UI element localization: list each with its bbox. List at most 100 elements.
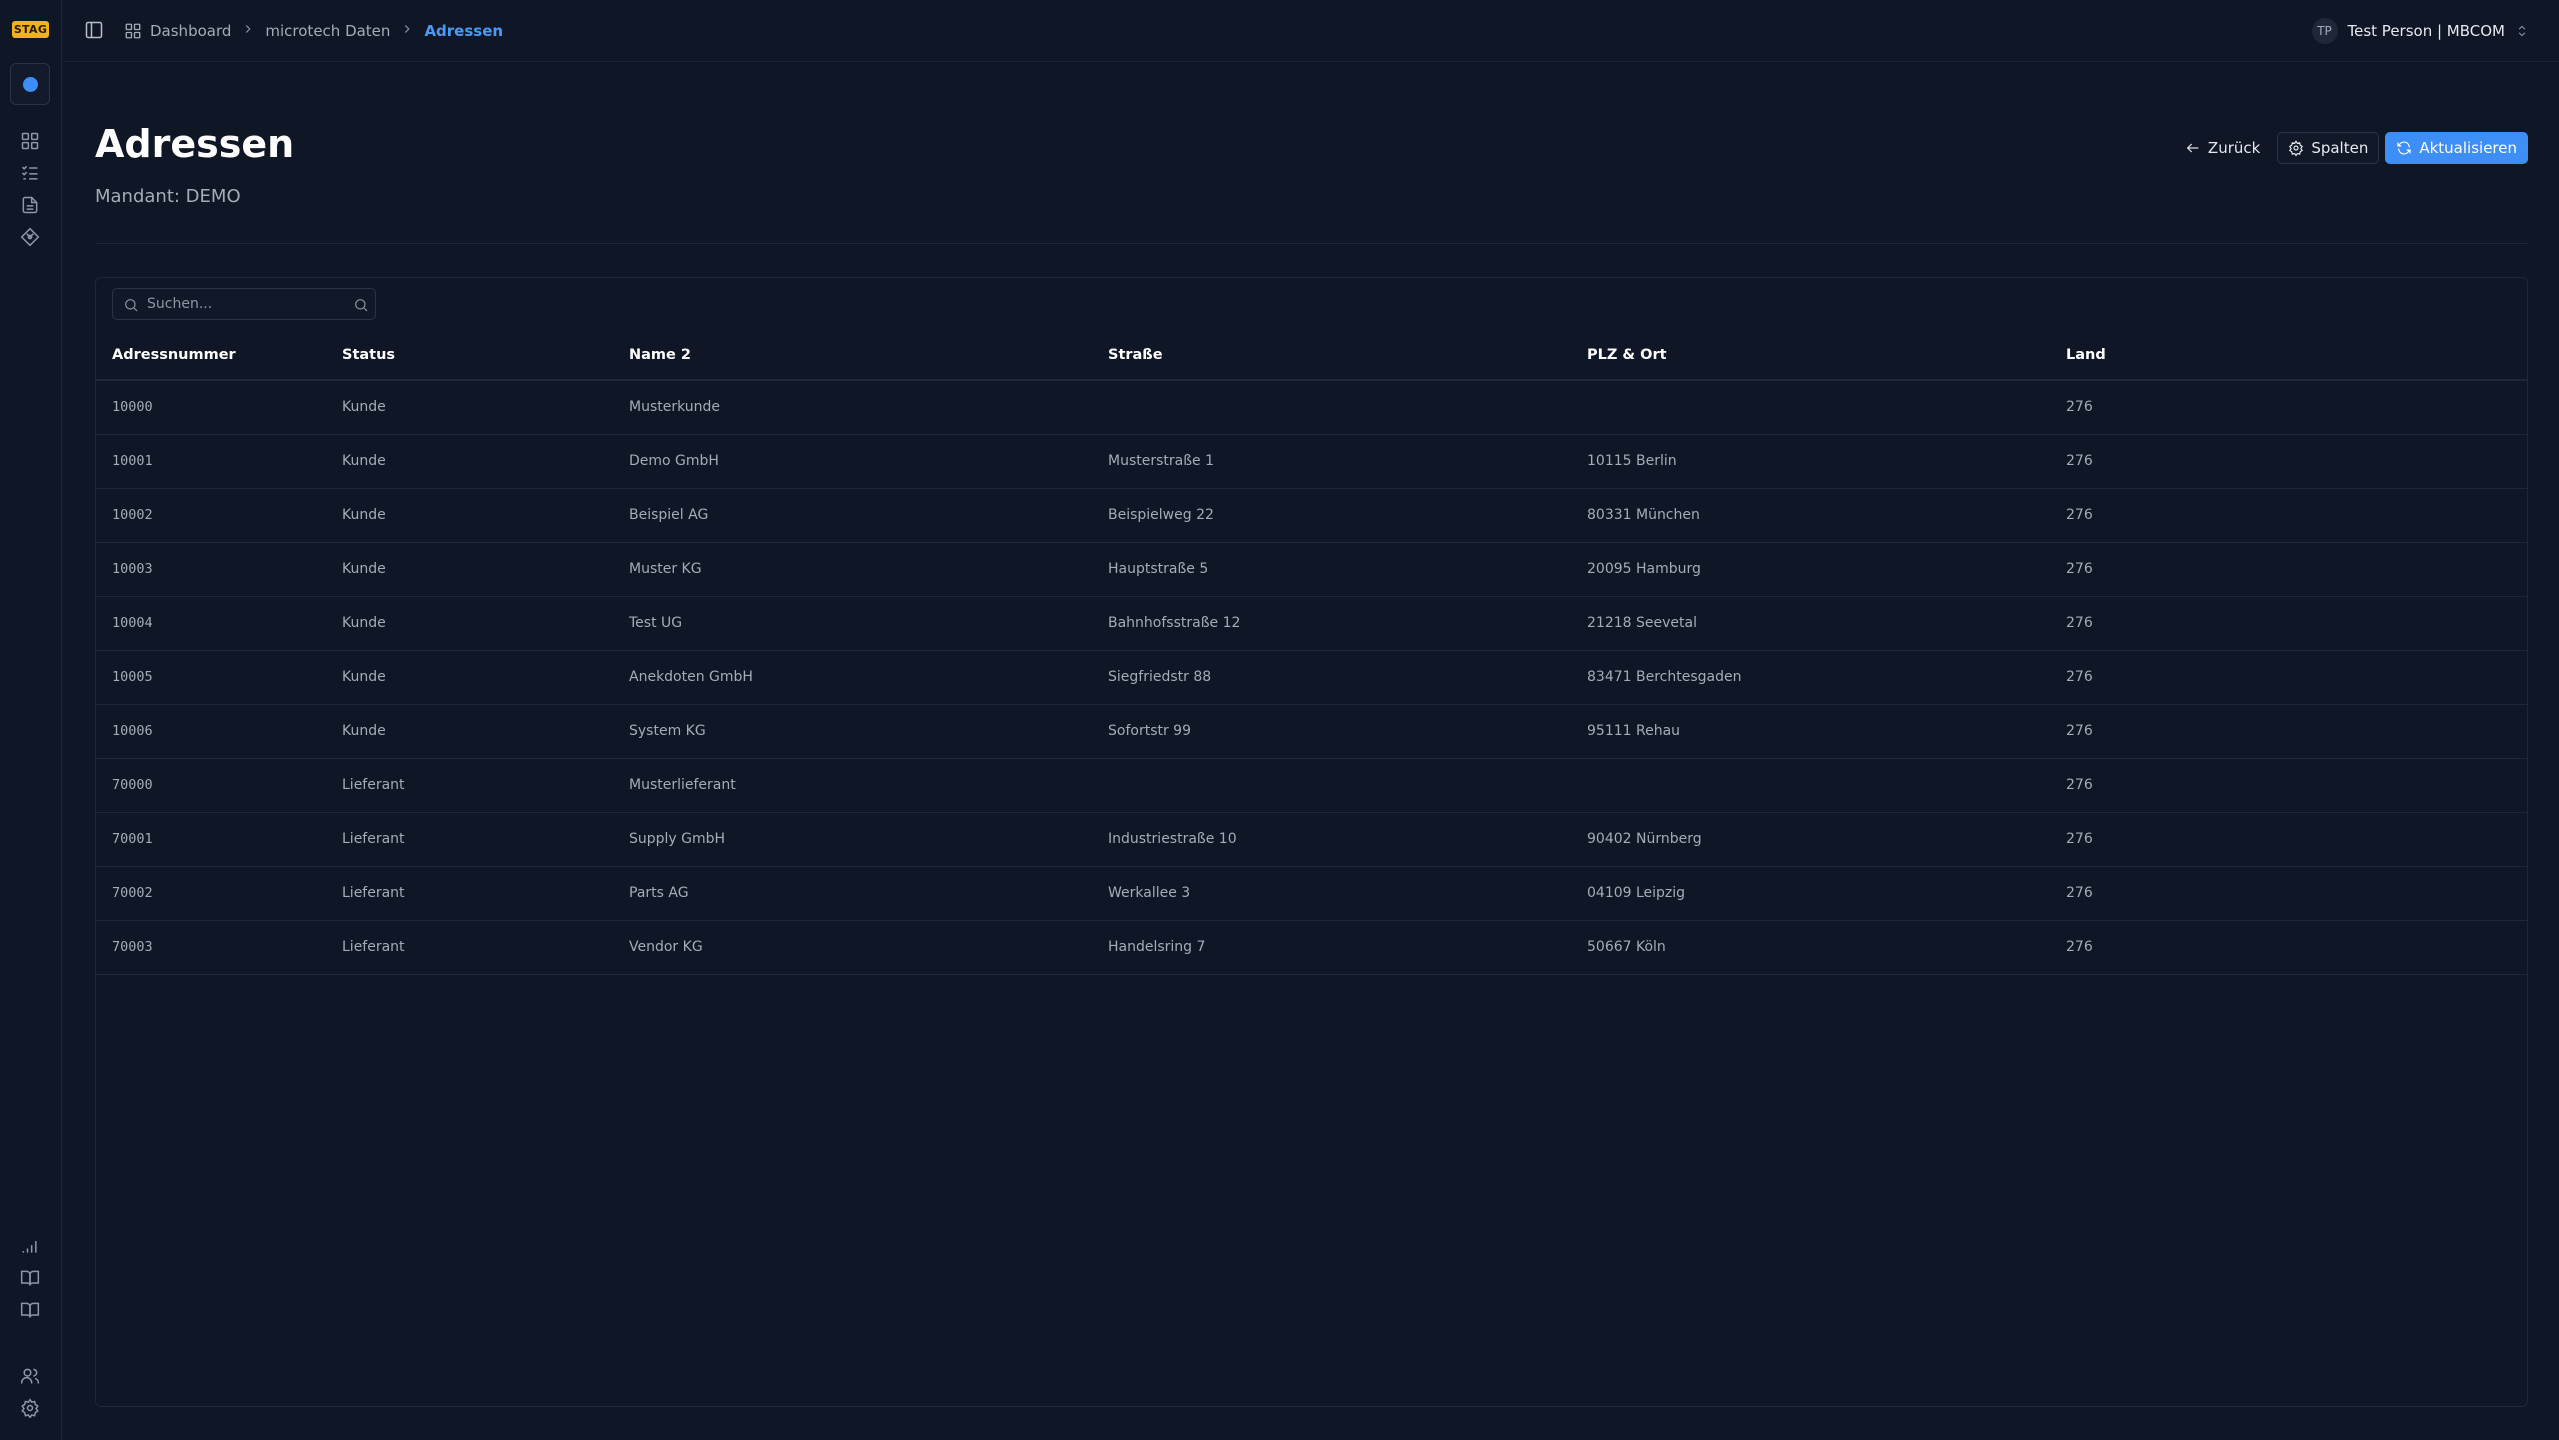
- table-row[interactable]: 10006 Kunde System KG Sofortstr 99 95111 Reh…: [96, 704, 2527, 758]
- cell-plz-ort: 90402 Nürnberg: [1587, 831, 1702, 847]
- signal-icon: [22, 1241, 37, 1253]
- header-divider: [95, 243, 2528, 244]
- cell-adressnummer: 10006: [112, 723, 153, 739]
- cell-strasse: Industriestraße 10: [1108, 831, 1237, 847]
- sidebar-item-settings[interactable]: [18, 1396, 42, 1420]
- sidebar-item-dashboard[interactable]: [18, 129, 42, 153]
- table-row[interactable]: 10001 Kunde Demo GmbH Musterstraße 1 10115 B…: [96, 434, 2527, 488]
- cell-strasse: Bahnhofsstraße 12: [1108, 615, 1241, 631]
- cell-status: Kunde: [342, 507, 386, 523]
- app-logo[interactable]: [10, 63, 50, 105]
- settings-icon: [21, 1398, 39, 1418]
- table-row[interactable]: 70001 Lieferant Supply GmbH Industriestraße…: [96, 812, 2527, 866]
- column-header-strasse[interactable]: Straße: [1092, 330, 1571, 380]
- table-row[interactable]: 10000 Kunde Musterkunde 276: [96, 380, 2527, 434]
- cell-name2: Beispiel AG: [629, 507, 709, 523]
- table-row[interactable]: 10003 Kunde Muster KG Hauptstraße 5 20095 Ha…: [96, 542, 2527, 596]
- back-button-label: Zurück: [2207, 139, 2261, 157]
- user-menu[interactable]: TP Test Person | MBCOM: [2311, 16, 2530, 46]
- cell-status: Kunde: [342, 669, 386, 685]
- cell-adressnummer: 10000: [112, 399, 153, 416]
- cell-status: Kunde: [342, 561, 386, 577]
- table-row[interactable]: 70000 Lieferant Musterlieferant 276: [96, 758, 2527, 812]
- sidebar: STAG: [0, 0, 62, 1440]
- column-header-adressnummer[interactable]: Adressnummer: [96, 330, 326, 380]
- cell-land: 276: [2066, 507, 2093, 523]
- cell-adressnummer: 10005: [112, 669, 153, 685]
- cell-status: Kunde: [342, 723, 386, 739]
- cell-land: 276: [2066, 939, 2093, 955]
- cell-strasse: [1092, 758, 1571, 812]
- columns-button[interactable]: Spalten: [2277, 132, 2380, 164]
- cell-land: 276: [2066, 723, 2093, 739]
- column-header-plz-ort[interactable]: PLZ & Ort: [1571, 330, 2050, 380]
- cell-plz-ort: 20095 Hamburg: [1587, 561, 1701, 577]
- page-subtitle: Mandant: DEMO: [95, 186, 241, 207]
- cell-strasse: Musterstraße 1: [1108, 453, 1215, 469]
- cell-plz-ort: 21218 Seevetal: [1587, 615, 1697, 631]
- book-open-icon: [20, 1270, 40, 1286]
- refresh-button-label: Aktualisieren: [2419, 139, 2517, 157]
- cell-plz-ort: 04109 Leipzig: [1587, 885, 1686, 901]
- cell-strasse: Hauptstraße 5: [1108, 561, 1209, 577]
- table-row[interactable]: 10002 Kunde Beispiel AG Beispielweg 22 80331…: [96, 488, 2527, 542]
- sidebar-item-guide[interactable]: [18, 1298, 42, 1322]
- cell-strasse: Siegfriedstr 88: [1108, 669, 1212, 685]
- cell-adressnummer: 70003: [112, 939, 153, 955]
- breadcrumb-dashboard[interactable]: Dashboard: [124, 22, 231, 40]
- cell-adressnummer: 10003: [112, 561, 153, 577]
- chevron-right-icon: [400, 22, 414, 40]
- cell-plz-ort: [1571, 758, 2050, 812]
- cell-strasse: Sofortstr 99: [1108, 723, 1191, 739]
- sidebar-item-docs[interactable]: [18, 1266, 42, 1290]
- cell-name2: Parts AG: [629, 885, 689, 901]
- cell-name2: Supply GmbH: [629, 831, 726, 847]
- refresh-button[interactable]: Aktualisieren: [2385, 132, 2528, 164]
- file-text-icon: [22, 196, 38, 214]
- cell-status: Lieferant: [342, 939, 405, 955]
- table-row[interactable]: 10005 Kunde Anekdoten GmbH Siegfriedstr 88 8…: [96, 650, 2527, 704]
- cell-land: 276: [2066, 399, 2093, 416]
- addresses-card: Adressnummer Status Name 2 Straße PLZ & …: [95, 277, 2528, 1407]
- cell-strasse: Handelsring 7: [1108, 939, 1206, 955]
- cell-land: 276: [2066, 453, 2093, 469]
- cell-land: 276: [2066, 561, 2093, 577]
- sidebar-item-status[interactable]: [18, 1234, 42, 1258]
- sidebar-item-documents[interactable]: [18, 193, 42, 217]
- cell-land: 276: [2066, 777, 2093, 793]
- cell-adressnummer: 70002: [112, 885, 153, 901]
- sidebar-item-tasks[interactable]: [18, 161, 42, 185]
- dashboard-icon: [21, 132, 39, 150]
- column-header-status[interactable]: Status: [326, 330, 613, 380]
- breadcrumb-microtech-daten[interactable]: microtech Daten: [265, 22, 390, 40]
- page-actions: Zurück Spalten Aktualisieren: [2174, 132, 2528, 164]
- cell-plz-ort: 80331 München: [1587, 507, 1700, 523]
- cell-adressnummer: 70001: [112, 831, 153, 847]
- column-header-land[interactable]: Land: [2050, 330, 2527, 380]
- cell-status: Kunde: [342, 453, 386, 469]
- table-header-row: Adressnummer Status Name 2 Straße PLZ & …: [96, 330, 2527, 380]
- table-row[interactable]: 70003 Lieferant Vendor KG Handelsring 7 5066…: [96, 920, 2527, 974]
- book-icon: [20, 1302, 40, 1318]
- table-row[interactable]: 10004 Kunde Test UG Bahnhofsstraße 12 21218 …: [96, 596, 2527, 650]
- cell-plz-ort: 95111 Rehau: [1587, 723, 1681, 739]
- cell-adressnummer: 10002: [112, 507, 153, 523]
- search-submit-icon[interactable]: [353, 297, 369, 313]
- panel-left-icon: [85, 21, 103, 39]
- list-checks-icon: [21, 165, 38, 180]
- search-input[interactable]: [147, 289, 347, 319]
- search-icon: [123, 297, 139, 313]
- sidebar-item-users[interactable]: [18, 1364, 42, 1388]
- cell-adressnummer: 70000: [112, 777, 153, 793]
- cell-name2: Musterkunde: [629, 399, 721, 416]
- table-row[interactable]: 70002 Lieferant Parts AG Werkallee 3 04109 L…: [96, 866, 2527, 920]
- cell-plz-ort: 50667 Köln: [1587, 939, 1666, 955]
- cell-land: 276: [2066, 615, 2093, 631]
- chevron-right-icon: [241, 22, 255, 40]
- sidebar-item-integrations[interactable]: [18, 225, 42, 249]
- back-button[interactable]: Zurück: [2174, 132, 2271, 164]
- toggle-sidebar-button[interactable]: [84, 20, 106, 42]
- search-box: [112, 288, 376, 320]
- users-icon: [20, 1368, 40, 1384]
- column-header-name2[interactable]: Name 2: [613, 330, 1092, 380]
